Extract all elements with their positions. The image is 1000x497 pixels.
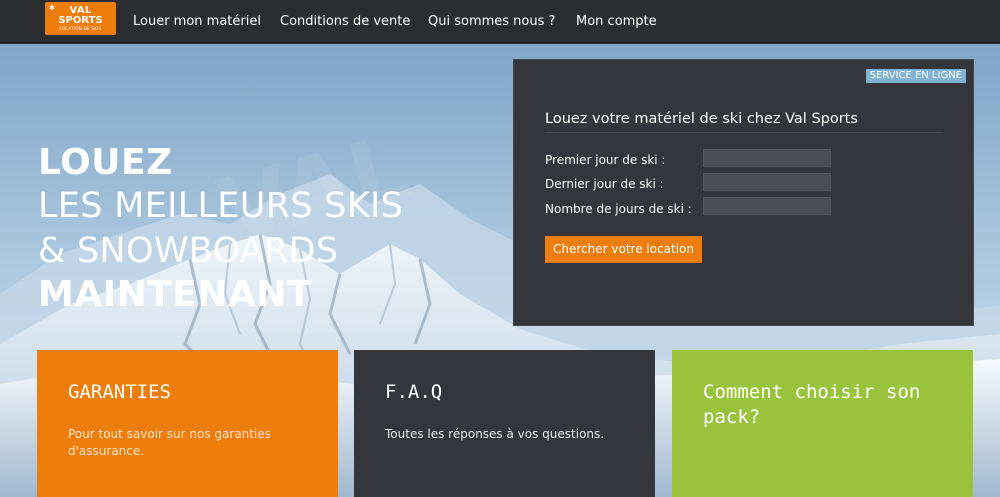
first-day-input[interactable] (703, 149, 831, 167)
last-day-input[interactable] (703, 173, 831, 191)
booking-panel-title: Louez votre matériel de ski chez Val Spo… (545, 111, 858, 127)
last-day-label: Dernier jour de ski : (545, 177, 664, 191)
card-garanties-title: GARANTIES (68, 381, 171, 403)
hero-line-meilleurs-skis: LES MEILLEURS SKIS (38, 186, 404, 226)
card-faq-text: Toutes les réponses à vos questions. (385, 427, 605, 441)
card-choisir-pack[interactable]: Comment choisir son pack? (672, 350, 973, 497)
top-navigation: ✱ VAL SPORTS LOCATION DE SKIS Louer mon … (0, 0, 1000, 43)
nav-qui-sommes-nous[interactable]: Qui sommes nous ? (428, 14, 555, 30)
first-day-label: Premier jour de ski : (545, 153, 666, 167)
card-garanties-text: Pour tout savoir sur nos garanties d'ass… (68, 427, 271, 458)
star-icon: ✱ (49, 4, 55, 12)
nav-mon-compte[interactable]: Mon compte (576, 14, 657, 30)
logo-text-val: VAL (69, 5, 92, 16)
hero-line-maintenant: MAINTENANT (38, 274, 313, 315)
card-faq-title: F.A.Q (385, 381, 443, 403)
hero-headline: LOUEZ LES MEILLEURS SKIS & SNOWBOARDS MA… (38, 142, 403, 316)
card-choisir-pack-title: Comment choisir son pack? (703, 381, 921, 428)
card-garanties[interactable]: GARANTIES Pour tout savoir sur nos garan… (37, 350, 338, 497)
nav-conditions-de-vente[interactable]: Conditions de vente (280, 14, 410, 30)
nav-louer-mon-materiel[interactable]: Louer mon matériel (133, 14, 261, 30)
booking-panel: SERVICE EN LIGNE Louez votre matériel de… (513, 59, 974, 326)
number-of-days-label: Nombre de jours de ski : (545, 202, 692, 216)
logo-tagline: LOCATION DE SKIS (59, 26, 102, 31)
number-of-days-input[interactable] (703, 197, 831, 215)
search-rental-button[interactable]: Chercher votre location (545, 236, 702, 263)
logo-text-sports: SPORTS (58, 15, 103, 26)
val-sports-logo[interactable]: ✱ VAL SPORTS LOCATION DE SKIS (45, 2, 116, 35)
hero-line-snowboards: & SNOWBOARDS (38, 231, 339, 271)
booking-divider (545, 132, 943, 133)
card-faq[interactable]: F.A.Q Toutes les réponses à vos question… (354, 350, 655, 497)
hero-line-louez: LOUEZ (38, 142, 173, 183)
service-en-ligne-badge: SERVICE EN LIGNE (865, 69, 966, 83)
